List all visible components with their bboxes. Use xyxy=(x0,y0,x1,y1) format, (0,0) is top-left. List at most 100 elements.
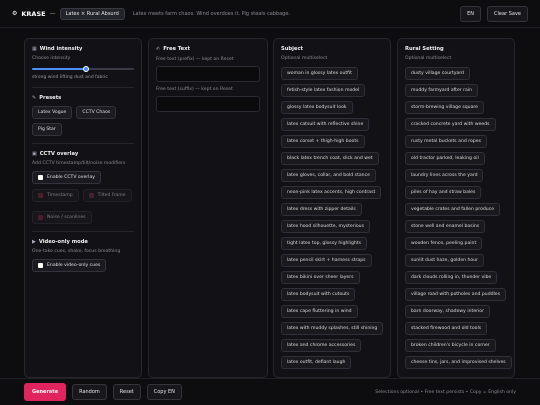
checkbox-icon xyxy=(38,175,43,180)
grid-icon: ▦ xyxy=(32,46,37,52)
suffix-label: Free text (suffix) — kept on Reset xyxy=(156,87,233,92)
subject-option[interactable]: latex and chrome accessories xyxy=(281,339,362,352)
palette-icon: ✎ xyxy=(32,95,37,101)
rural-option[interactable]: broken children's bicycle in corner xyxy=(405,339,496,352)
cctv-subtitle: Add CCTV timestamp/tilt/noise modifiers xyxy=(32,161,126,166)
rural-subtitle: Optional multiselect xyxy=(405,56,452,61)
wind-intensity-slider[interactable] xyxy=(32,66,134,72)
subject-option[interactable]: latex dress with zipper details xyxy=(281,203,362,216)
cctv-tilted-frame-checkbox[interactable]: Tilted frame xyxy=(82,189,132,202)
rural-option[interactable]: muddy farmyard after rain xyxy=(405,84,479,97)
subject-option[interactable]: neon-pink latex accents, high contrast xyxy=(281,186,382,199)
cctv-noise-checkbox[interactable]: Noise / scanlines xyxy=(32,211,92,224)
copy-en-button[interactable]: Copy EN xyxy=(146,384,182,400)
checkbox-icon xyxy=(38,263,43,268)
video-subtitle: One-take cues, shake, focus breathing xyxy=(32,249,121,254)
subject-option[interactable]: latex corset + thigh-high boots xyxy=(281,135,365,148)
subject-option[interactable]: latex bikini over sheer layers xyxy=(281,271,360,284)
rural-option[interactable]: old tractor parked, leaking oil xyxy=(405,152,485,165)
subject-option[interactable]: latex hood silhouette, mysterious xyxy=(281,220,370,233)
subject-option[interactable]: latex cape fluttering in wind xyxy=(281,305,358,318)
rural-option[interactable]: wooden fence, peeling paint xyxy=(405,237,483,250)
divider xyxy=(32,143,134,144)
cctv-title: ▣ CCTV overlay xyxy=(32,151,79,157)
tagline: Latex meets farm chaos. Wind overdoes it… xyxy=(132,10,291,17)
brand: ⚙ KRASE xyxy=(12,10,46,18)
rural-option[interactable]: piles of hay and straw bales xyxy=(405,186,482,199)
reset-button[interactable]: Reset xyxy=(112,384,141,400)
wind-hint: strong wind lifting dust and fabric xyxy=(32,75,108,80)
video-enable-checkbox[interactable]: Enable video-only cues xyxy=(32,259,107,272)
checkbox-icon xyxy=(38,193,43,198)
subject-subtitle: Optional multiselect xyxy=(281,56,328,61)
slider-thumb[interactable] xyxy=(83,66,90,72)
rural-option[interactable]: stacked firewood and old tools xyxy=(405,322,488,335)
rural-option[interactable]: dark clouds rolling in, thunder vibe xyxy=(405,271,498,284)
cctv-options: Timestamp Tilted frame Noise / scanlines xyxy=(32,184,134,224)
camera-icon: ▣ xyxy=(32,151,37,157)
subject-panel: Subject Optional multiselect woman in gl… xyxy=(273,38,391,378)
subject-title: Subject xyxy=(281,46,303,52)
preset-latex-vogue[interactable]: Latex Vogue xyxy=(32,106,73,119)
top-bar: ⚙ KRASE — Latex × Rural Absurd Latex mee… xyxy=(0,0,540,28)
rural-option[interactable]: cheese tins, jars, and improvised shelve… xyxy=(405,356,512,369)
presets-title: ✎ Presets xyxy=(32,95,62,101)
checkbox-icon xyxy=(88,193,94,198)
logo-icon: ⚙ xyxy=(12,10,18,17)
rural-option[interactable]: storm-brewing village square xyxy=(405,101,485,114)
random-button[interactable]: Random xyxy=(72,384,107,400)
cctv-enable-checkbox[interactable]: Enable CCTV overlay xyxy=(32,171,101,184)
subject-option[interactable]: latex gloves, collar, and bold stance xyxy=(281,169,376,182)
rural-panel: Rural Setting Optional multiselect dusty… xyxy=(397,38,515,378)
subject-option[interactable]: glossy latex bodysuit look xyxy=(281,101,353,114)
subject-option[interactable]: latex bodysuit with cutouts xyxy=(281,288,356,301)
subject-option[interactable]: latex outfit, defiant laugh xyxy=(281,356,352,369)
rural-title: Rural Setting xyxy=(405,46,444,52)
language-button[interactable]: EN xyxy=(460,5,482,22)
rural-list: dusty village courtyard muddy farmyard af… xyxy=(405,67,512,369)
preset-cctv-chaos[interactable]: CCTV Chaos xyxy=(76,106,117,119)
presets-list: Latex Vogue CCTV Chaos Pig Star xyxy=(32,106,134,136)
subject-option[interactable]: latex pencil skirt + harness straps xyxy=(281,254,372,267)
rural-option[interactable]: dusty village courtyard xyxy=(405,67,470,80)
slider-fill xyxy=(32,68,87,70)
video-icon: ▶ xyxy=(32,239,36,245)
pen-icon: ✍ xyxy=(156,46,161,52)
subject-option[interactable]: latex catsuit with reflective shine xyxy=(281,118,370,131)
brand-name: KRASE xyxy=(21,9,46,18)
free-text-title: ✍ Free Text xyxy=(156,46,191,52)
subject-option[interactable]: fetish-style latex fashion model xyxy=(281,84,366,97)
rural-option[interactable]: sunlit dust haze, golden hour xyxy=(405,254,485,267)
wind-title: ▦ Wind intensity xyxy=(32,46,83,52)
rural-option[interactable]: vegetable crates and fallen produce xyxy=(405,203,501,216)
checkbox-icon xyxy=(38,215,43,220)
divider xyxy=(32,87,134,88)
divider xyxy=(32,231,134,232)
prefix-input[interactable] xyxy=(156,66,260,82)
suffix-input[interactable] xyxy=(156,96,260,112)
clear-save-button[interactable]: Clear Save xyxy=(487,5,528,22)
footer-note: Selections optional • Free text persists… xyxy=(375,389,516,395)
mode-pill: Latex × Rural Absurd xyxy=(59,7,125,20)
rural-option[interactable]: laundry lines across the yard xyxy=(405,169,484,182)
cctv-timestamp-checkbox[interactable]: Timestamp xyxy=(32,189,79,202)
generate-button[interactable]: Generate xyxy=(24,383,67,401)
controls-panel: ▦ Wind intensity Choose intensity strong… xyxy=(24,38,142,378)
rural-option[interactable]: rusty metal buckets and ropes xyxy=(405,135,487,148)
prefix-label: Free text (prefix) — kept on Reset xyxy=(156,57,234,62)
subject-option[interactable]: black latex trench coat, slick and wet xyxy=(281,152,379,165)
rural-option[interactable]: cracked concrete yard with weeds xyxy=(405,118,496,131)
free-text-panel: ✍ Free Text Free text (prefix) — kept on… xyxy=(148,38,268,378)
preset-pig-star[interactable]: Pig Star xyxy=(32,123,62,136)
rural-option[interactable]: barn doorway, shadowy interior xyxy=(405,305,491,318)
brand-separator: — xyxy=(49,10,56,17)
subject-option[interactable]: woman in glossy latex outfit xyxy=(281,67,358,80)
bottom-bar: Generate Random Reset Copy EN Selections… xyxy=(0,378,540,405)
subject-option[interactable]: tight latex top, glossy highlights xyxy=(281,237,367,250)
wind-subtitle: Choose intensity xyxy=(32,56,71,61)
subject-option[interactable]: latex with muddy splashes, still shining xyxy=(281,322,384,335)
subject-list: woman in glossy latex outfit fetish-style… xyxy=(281,67,384,369)
rural-option[interactable]: stone well and enamel basins xyxy=(405,220,486,233)
video-title: ▶ Video-only mode xyxy=(32,239,88,245)
rural-option[interactable]: village road with potholes and puddles xyxy=(405,288,507,301)
